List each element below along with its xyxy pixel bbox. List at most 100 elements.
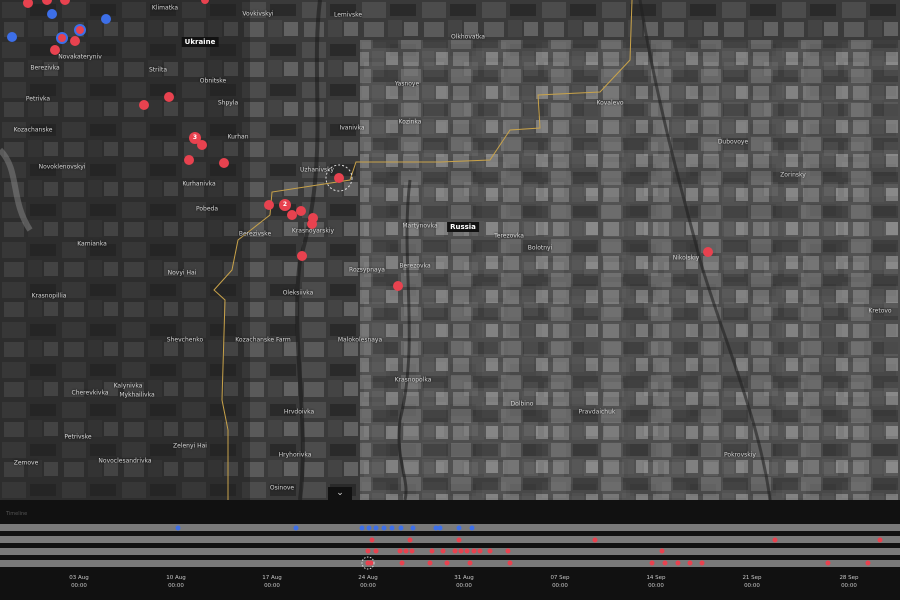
place-label: Zelenyi Hai	[173, 442, 207, 450]
place-label: Ivanivka	[339, 124, 365, 132]
timeline-event	[366, 525, 372, 531]
place-label: Olkhovatka	[451, 33, 485, 41]
timeline-event	[659, 548, 665, 554]
place-label: Kretovo	[868, 307, 892, 315]
timeline-event	[437, 525, 443, 531]
place-label: Vovkivskyi	[242, 10, 274, 18]
timeline-event	[467, 560, 473, 566]
timeline-event	[825, 560, 831, 566]
timeline-event	[427, 560, 433, 566]
timeline-tick: 07 Sep 00:00	[550, 575, 570, 589]
place-label: Kurhanivka	[182, 180, 216, 188]
place-label: Obnitske	[199, 77, 227, 85]
place-label: Yasnoye	[394, 80, 420, 88]
timeline-event	[397, 548, 403, 554]
timeline-event	[662, 560, 668, 566]
place-label: Shevchenko	[166, 336, 204, 344]
place-label: Berezivske	[238, 230, 272, 238]
timeline-event	[487, 548, 493, 554]
place-label: Pobeda	[195, 205, 219, 213]
place-label: Kurhan	[227, 133, 249, 141]
timeline-event	[381, 525, 387, 531]
timeline-event	[369, 537, 375, 543]
place-label: Kovalevo	[596, 99, 624, 107]
place-label: Klimatka	[151, 4, 179, 12]
timeline-toggle-button[interactable]: ⌄	[328, 487, 352, 500]
place-label: Petrivske	[64, 433, 92, 441]
place-label: Uzhanivsky	[300, 166, 334, 174]
timeline-event	[293, 525, 299, 531]
timeline-tick: 24 Aug 00:00	[358, 575, 378, 589]
place-label: Berezivka	[30, 64, 60, 72]
place-label: Terezovka	[494, 232, 524, 240]
timeline-event	[398, 525, 404, 531]
place-label: Pokrovskiy	[724, 451, 756, 459]
place-label: Cherevkivka	[71, 389, 109, 397]
place-label: Kamianka	[77, 240, 107, 248]
timeline-event	[469, 525, 475, 531]
timeline-event	[410, 525, 416, 531]
timeline-event	[507, 560, 513, 566]
timeline-event	[389, 525, 395, 531]
place-label: Novoklenovskyi	[38, 163, 86, 171]
timeline-event	[649, 560, 655, 566]
place-label: Krasnoyarskiy	[291, 227, 335, 235]
timeline-event	[877, 537, 883, 543]
place-label: Bolotnyi	[527, 244, 553, 252]
timeline-event	[452, 548, 458, 554]
country-label-russia: Russia	[447, 222, 479, 232]
timeline-events	[175, 525, 883, 570]
timeline-event	[403, 548, 409, 554]
place-label: Kozachanske Farm	[235, 336, 291, 344]
timeline-event	[365, 548, 371, 554]
place-label: Kozachanske	[13, 126, 53, 134]
timeline-event	[444, 560, 450, 566]
timeline-tick: 21 Sep 00:00	[742, 575, 762, 589]
place-label: Dolbino	[510, 400, 534, 408]
timeline-event	[687, 560, 693, 566]
map-imagery	[0, 0, 900, 500]
place-label: Novakateryniv	[58, 53, 102, 61]
satellite-map[interactable]: Ukraine Russia Klimatka Vovkivskyi Lemiv…	[0, 0, 900, 500]
place-label: Novyi Hai	[167, 269, 197, 277]
place-label: Berezovka	[399, 262, 431, 270]
place-label: Oleksiivka	[282, 289, 314, 297]
place-label: Krasnopillia	[31, 292, 67, 300]
timeline-event	[471, 548, 477, 554]
place-label: Shpyla	[217, 99, 239, 107]
timeline-event	[373, 525, 379, 531]
timeline-event	[409, 548, 415, 554]
timeline-event	[407, 537, 413, 543]
cluster-count: 2	[282, 201, 288, 208]
place-label: Hrvdoivka	[283, 408, 315, 416]
place-label: Nikolskiy	[672, 254, 700, 262]
timeline-event	[464, 548, 470, 554]
place-label: Rozsypnaya	[349, 266, 385, 274]
timeline-event	[399, 560, 405, 566]
country-label-ukraine: Ukraine	[181, 37, 219, 47]
place-label: Kalynivka	[113, 382, 143, 390]
timeline-event	[865, 560, 871, 566]
place-label: Kozinka	[398, 118, 422, 126]
timeline-event	[675, 560, 681, 566]
place-label: Krasnopolka	[394, 376, 432, 384]
timeline-tick: 31 Aug 00:00	[454, 575, 474, 589]
place-label: Martynovka	[402, 222, 438, 230]
timeline-event	[505, 548, 511, 554]
timeline-event	[429, 548, 435, 554]
timeline-tick: 10 Aug 00:00	[166, 575, 186, 589]
timeline-event	[175, 525, 181, 531]
timeline-event	[477, 548, 483, 554]
cluster-count: 3	[192, 134, 198, 141]
timeline-event	[456, 525, 462, 531]
place-label: Novoclesandrivka	[98, 457, 152, 465]
timeline-tick: 17 Aug 00:00	[262, 575, 282, 589]
place-label: Dubovoye	[717, 138, 749, 146]
timeline-tick: 03 Aug 00:00	[69, 575, 89, 589]
timeline-event	[772, 537, 778, 543]
timeline-event	[699, 560, 705, 566]
place-label: Zemove	[13, 459, 39, 467]
timeline-event	[458, 548, 464, 554]
place-label: Malokolesnaya	[337, 336, 383, 344]
place-label: Lemivske	[333, 11, 363, 19]
